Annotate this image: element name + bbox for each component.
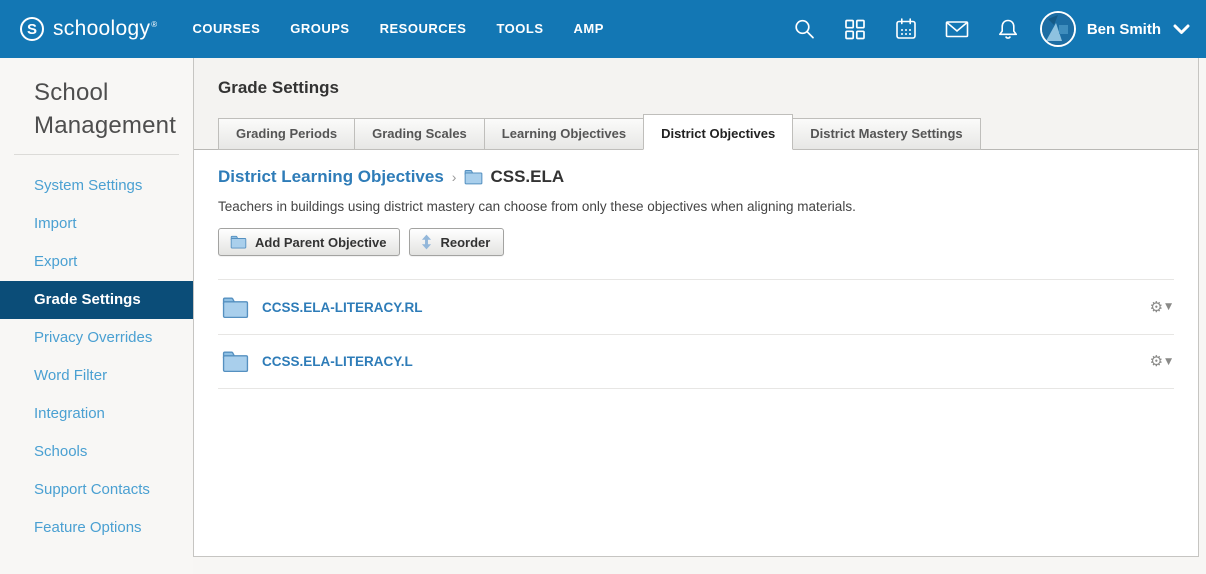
logo-wordmark: schoology — [53, 17, 150, 40]
gear-icon: ⚙ — [1150, 300, 1163, 315]
search-icon[interactable] — [779, 0, 830, 58]
gear-icon: ⚙ — [1150, 354, 1163, 369]
primary-nav: COURSES GROUPS RESOURCES TOOLS AMP — [177, 0, 618, 58]
objectives-list: CCSS.ELA-LITERACY.RL ⚙ ▼ CCSS.ELA-LITERA… — [218, 279, 1174, 389]
nav-item-courses[interactable]: COURSES — [177, 0, 275, 58]
breadcrumb-parent-link[interactable]: District Learning Objectives — [218, 167, 444, 187]
objective-link[interactable]: CCSS.ELA-LITERACY.L — [262, 354, 413, 369]
notifications-icon[interactable] — [983, 0, 1034, 58]
toolbar: Add Parent Objective Reorder — [218, 228, 1174, 256]
user-account-menu[interactable]: Ben Smith — [1040, 11, 1190, 47]
tab-grading-scales[interactable]: Grading Scales — [354, 118, 485, 150]
folder-icon — [222, 296, 249, 319]
folder-icon — [222, 350, 249, 373]
row-actions-menu[interactable]: ⚙ ▼ — [1150, 354, 1172, 369]
sidebar-item-schools[interactable]: Schools — [0, 433, 193, 471]
sidebar-item-feature-options[interactable]: Feature Options — [0, 509, 193, 547]
logo-text: schoology® — [53, 17, 157, 41]
tab-district-objectives[interactable]: District Objectives — [643, 114, 793, 150]
district-objectives-panel: District Learning Objectives › CSS.ELA T… — [194, 150, 1198, 389]
objective-row: CCSS.ELA-LITERACY.L ⚙ ▼ — [218, 334, 1174, 389]
breadcrumb-separator-icon: › — [452, 169, 457, 185]
add-parent-objective-label: Add Parent Objective — [255, 235, 386, 250]
registered-mark: ® — [151, 20, 157, 29]
breadcrumb-current: CSS.ELA — [490, 167, 564, 187]
sidebar-item-integration[interactable]: Integration — [0, 395, 193, 433]
schoology-logo[interactable]: S schoology® — [20, 17, 157, 41]
tab-district-mastery-settings[interactable]: District Mastery Settings — [792, 118, 980, 150]
nav-item-groups[interactable]: GROUPS — [275, 0, 364, 58]
nav-item-amp[interactable]: AMP — [559, 0, 619, 58]
nav-item-tools[interactable]: TOOLS — [481, 0, 558, 58]
reorder-label: Reorder — [440, 235, 490, 250]
reorder-button[interactable]: Reorder — [409, 228, 504, 256]
tab-grading-periods[interactable]: Grading Periods — [218, 118, 355, 150]
panel-description: Teachers in buildings using district mas… — [218, 199, 1174, 214]
sidebar-item-import[interactable]: Import — [0, 205, 193, 243]
sidebar-item-export[interactable]: Export — [0, 243, 193, 281]
page-title: Grade Settings — [218, 78, 1174, 98]
messages-icon[interactable] — [932, 0, 983, 58]
sidebar-item-system-settings[interactable]: System Settings — [0, 167, 193, 205]
breadcrumb: District Learning Objectives › CSS.ELA — [218, 167, 1174, 187]
add-parent-objective-button[interactable]: Add Parent Objective — [218, 228, 400, 256]
sidebar-divider — [14, 154, 179, 155]
apps-grid-icon[interactable] — [830, 0, 881, 58]
tab-learning-objectives[interactable]: Learning Objectives — [484, 118, 644, 150]
sidebar-item-word-filter[interactable]: Word Filter — [0, 357, 193, 395]
grade-settings-header: Grade Settings Grading Periods Grading S… — [194, 58, 1198, 150]
row-actions-menu[interactable]: ⚙ ▼ — [1150, 300, 1172, 315]
sidebar-item-support-contacts[interactable]: Support Contacts — [0, 471, 193, 509]
folder-icon — [464, 169, 483, 185]
folder-icon — [230, 235, 247, 249]
reorder-arrows-icon — [421, 234, 432, 250]
admin-sidebar: School Management System Settings Import… — [0, 58, 193, 574]
nav-item-resources[interactable]: RESOURCES — [365, 0, 482, 58]
top-navbar: S schoology® COURSES GROUPS RESOURCES TO… — [0, 0, 1206, 58]
objective-row: CCSS.ELA-LITERACY.RL ⚙ ▼ — [218, 279, 1174, 334]
caret-down-icon: ▼ — [1165, 357, 1172, 367]
main-content-card: Grade Settings Grading Periods Grading S… — [193, 58, 1199, 557]
grade-settings-tabs: Grading Periods Grading Scales Learning … — [218, 114, 1174, 150]
sidebar-item-privacy-overrides[interactable]: Privacy Overrides — [0, 319, 193, 357]
navbar-right-cluster: Ben Smith — [779, 0, 1190, 58]
sidebar-item-grade-settings[interactable]: Grade Settings — [0, 281, 193, 319]
chevron-down-icon — [1173, 24, 1190, 35]
caret-down-icon: ▼ — [1165, 302, 1172, 312]
avatar — [1040, 11, 1076, 47]
objective-link[interactable]: CCSS.ELA-LITERACY.RL — [262, 300, 423, 315]
calendar-icon[interactable] — [881, 0, 932, 58]
schoology-s-icon: S — [20, 17, 44, 41]
sidebar-title: School Management — [0, 58, 193, 142]
user-name: Ben Smith — [1087, 21, 1161, 38]
